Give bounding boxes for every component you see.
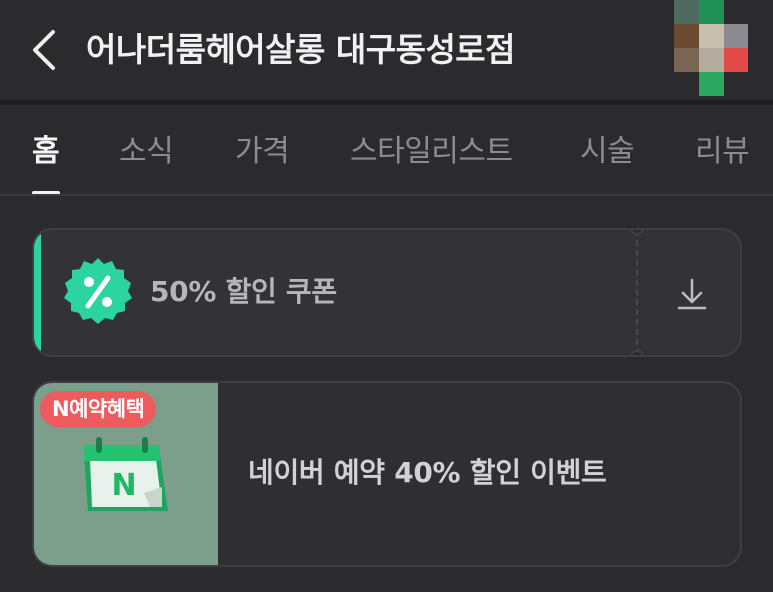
tab-treatment[interactable]: 시술 [580,130,635,174]
tab-bar: 홈 소식 가격 스타일리스트 시술 리뷰 [0,105,773,195]
app-header: 어나더룸헤어살롱 대구동성로점 [0,0,773,100]
page-title: 어나더룸헤어살롱 대구동성로점 [86,30,516,69]
tab-price[interactable]: 가격 [235,130,290,174]
coupon-dashed-divider [636,230,638,355]
coupon-notch-top [630,230,644,235]
event-card[interactable]: N예약혜택 N 네이버 예약 40% 할인 이벤트 [32,381,742,567]
coupon-label: 50% 할인 쿠폰 [150,275,337,308]
event-image: N예약혜택 N [34,383,218,565]
download-icon [677,278,707,310]
tab-stylist[interactable]: 스타일리스트 [350,130,513,174]
back-button[interactable] [22,26,66,74]
coupon-accent-bar [34,230,41,355]
event-tag-badge: N예약혜택 [40,391,157,427]
svg-text:N: N [111,468,136,503]
tabs-divider [0,194,773,196]
coupon-download-button[interactable] [672,274,712,314]
coupon-notch-bottom [630,350,644,355]
event-title: 네이버 예약 40% 할인 이벤트 [248,456,607,489]
percent-badge-icon [62,256,134,328]
store-thumbnail[interactable] [674,0,748,96]
tab-review[interactable]: 리뷰 [695,130,750,174]
tab-news[interactable]: 소식 [119,130,174,174]
coupon-card[interactable]: 50% 할인 쿠폰 [32,228,742,357]
naver-calendar-icon: N [80,435,172,517]
chevron-left-icon [33,30,55,70]
tab-home[interactable]: 홈 [32,130,60,174]
